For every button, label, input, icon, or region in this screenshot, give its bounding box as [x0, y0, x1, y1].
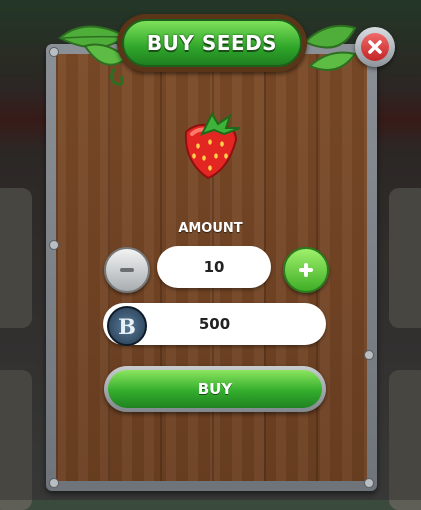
increase-amount-button[interactable] [283, 247, 329, 293]
rivet [364, 350, 374, 360]
blue-coin-icon: B [107, 306, 147, 346]
amount-field[interactable]: 10 [157, 246, 271, 288]
title-banner: BUY SEEDS [117, 14, 307, 72]
minus-icon [120, 268, 134, 272]
buy-button[interactable]: BUY [108, 370, 322, 408]
strawberry-icon [184, 112, 241, 180]
buy-button-frame: BUY [104, 366, 326, 412]
amount-label: AMOUNT [178, 221, 243, 236]
decrease-amount-button[interactable] [104, 247, 150, 293]
rivet [364, 478, 374, 488]
plus-icon [299, 263, 313, 277]
close-x-icon [361, 33, 389, 61]
rivet [49, 478, 59, 488]
rivet [49, 240, 59, 250]
leaf-right-icon [303, 24, 357, 71]
dialog-title: BUY SEEDS [122, 19, 302, 67]
close-button[interactable] [355, 27, 395, 67]
